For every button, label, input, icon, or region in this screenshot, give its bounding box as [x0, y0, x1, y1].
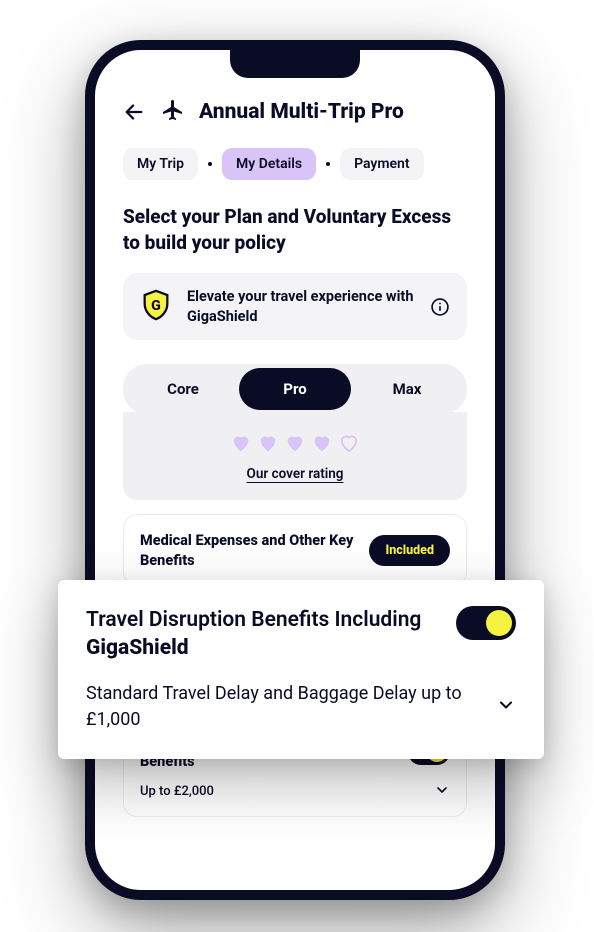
heart-empty-icon [338, 432, 360, 458]
promo-banner: G Elevate your travel experience with Gi… [123, 273, 467, 340]
stepper-my-trip[interactable]: My Trip [123, 148, 198, 180]
tier-max[interactable]: Max [351, 368, 463, 410]
heart-filled-icon [230, 432, 252, 458]
stepper: My Trip My Details Payment [123, 148, 467, 180]
heart-filled-icon [311, 432, 333, 458]
tier-tabs: Core Pro Max [123, 364, 467, 414]
heart-filled-icon [284, 432, 306, 458]
shield-badge-icon: G [139, 288, 173, 326]
info-icon[interactable] [429, 296, 451, 318]
floating-disruption-card: Travel Disruption Benefits Including Gig… [58, 580, 544, 759]
benefit-belongings-sub: Up to £2,000 [140, 784, 214, 799]
phone-frame: Annual Multi-Trip Pro My Trip My Details… [85, 40, 505, 900]
page-title: Annual Multi-Trip Pro [199, 100, 404, 124]
stepper-my-details[interactable]: My Details [222, 148, 316, 180]
benefit-medical: Medical Expenses and Other Key Benefits … [123, 514, 467, 585]
hearts-row [123, 432, 467, 458]
rating-box: Our cover rating [123, 412, 467, 500]
disruption-toggle[interactable] [456, 606, 516, 640]
tier-pro[interactable]: Pro [239, 368, 351, 410]
rating-link[interactable]: Our cover rating [123, 466, 467, 482]
float-title-prefix: Travel Disruption Benefits Including [86, 608, 421, 632]
chevron-down-icon[interactable] [496, 695, 516, 719]
back-arrow-icon[interactable] [123, 101, 145, 123]
float-sub: Standard Travel Delay and Baggage Delay … [86, 681, 480, 733]
tier-core[interactable]: Core [127, 368, 239, 410]
header: Annual Multi-Trip Pro [123, 98, 467, 126]
stepper-payment[interactable]: Payment [340, 148, 424, 180]
benefit-medical-title: Medical Expenses and Other Key Benefits [140, 531, 357, 570]
section-heading: Select your Plan and Voluntary Excess to… [123, 204, 467, 255]
toggle-knob-icon [486, 610, 512, 636]
svg-text:G: G [151, 298, 161, 314]
float-title-strong: GigaShield [86, 636, 189, 660]
airplane-icon [161, 98, 185, 126]
float-title: Travel Disruption Benefits Including Gig… [86, 606, 440, 663]
promo-text: Elevate your travel experience with Giga… [187, 287, 415, 326]
heart-filled-icon [257, 432, 279, 458]
stepper-dot-icon [208, 162, 212, 166]
chevron-down-icon[interactable] [434, 782, 450, 802]
phone-notch [230, 50, 360, 78]
stepper-dot-icon [326, 162, 330, 166]
included-badge: Included [369, 535, 450, 566]
